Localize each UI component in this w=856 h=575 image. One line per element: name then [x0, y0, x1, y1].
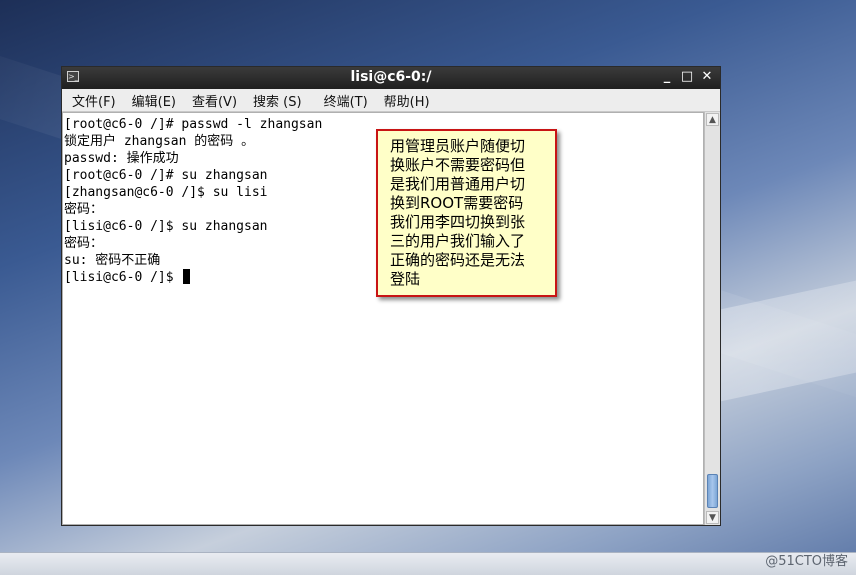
- scrollbar-thumb[interactable]: [707, 474, 718, 508]
- menu-help[interactable]: 帮助(H): [378, 91, 436, 110]
- terminal-prompt: [lisi@c6-0 /]$: [64, 270, 182, 285]
- menu-search[interactable]: 搜索 (S): [247, 91, 308, 110]
- annotation-line: 换到ROOT需要密码: [390, 194, 524, 212]
- menu-view[interactable]: 查看(V): [186, 91, 243, 110]
- maximize-icon[interactable]: □: [680, 69, 694, 84]
- annotation-line: 登陆: [390, 270, 421, 288]
- annotation-line: 是我们用普通用户切: [390, 175, 526, 193]
- menu-terminal[interactable]: 终端(T): [318, 91, 374, 110]
- annotation-line: 用管理员账户随便切: [390, 137, 526, 155]
- text-cursor: [183, 269, 191, 284]
- watermark: @51CTO博客: [765, 554, 848, 569]
- menu-edit[interactable]: 编辑(E): [126, 91, 182, 110]
- menu-bar: 文件(F) 编辑(E) 查看(V) 搜索 (S) 终端(T) 帮助(H): [62, 89, 720, 112]
- menu-file[interactable]: 文件(F): [66, 91, 122, 110]
- annotation-line: 换账户不需要密码但: [390, 156, 526, 174]
- vertical-scrollbar[interactable]: ▲ ▼: [704, 112, 720, 525]
- minimize-icon[interactable]: _: [660, 69, 674, 84]
- window-title: lisi@c6-0:/: [350, 69, 432, 85]
- annotation-callout: 用管理员账户随便切 换账户不需要密码但 是我们用普通用户切 换到ROOT需要密码…: [376, 129, 557, 297]
- annotation-line: 正确的密码还是无法: [390, 251, 526, 269]
- bottom-panel: [0, 552, 856, 575]
- scroll-down-icon[interactable]: ▼: [706, 511, 719, 524]
- annotation-line: 三的用户我们输入了: [390, 232, 526, 250]
- title-bar[interactable]: >_ lisi@c6-0:/ _ □ ✕: [62, 67, 720, 89]
- close-icon[interactable]: ✕: [700, 69, 714, 84]
- scroll-up-icon[interactable]: ▲: [706, 113, 719, 126]
- annotation-line: 我们用李四切换到张: [390, 213, 526, 231]
